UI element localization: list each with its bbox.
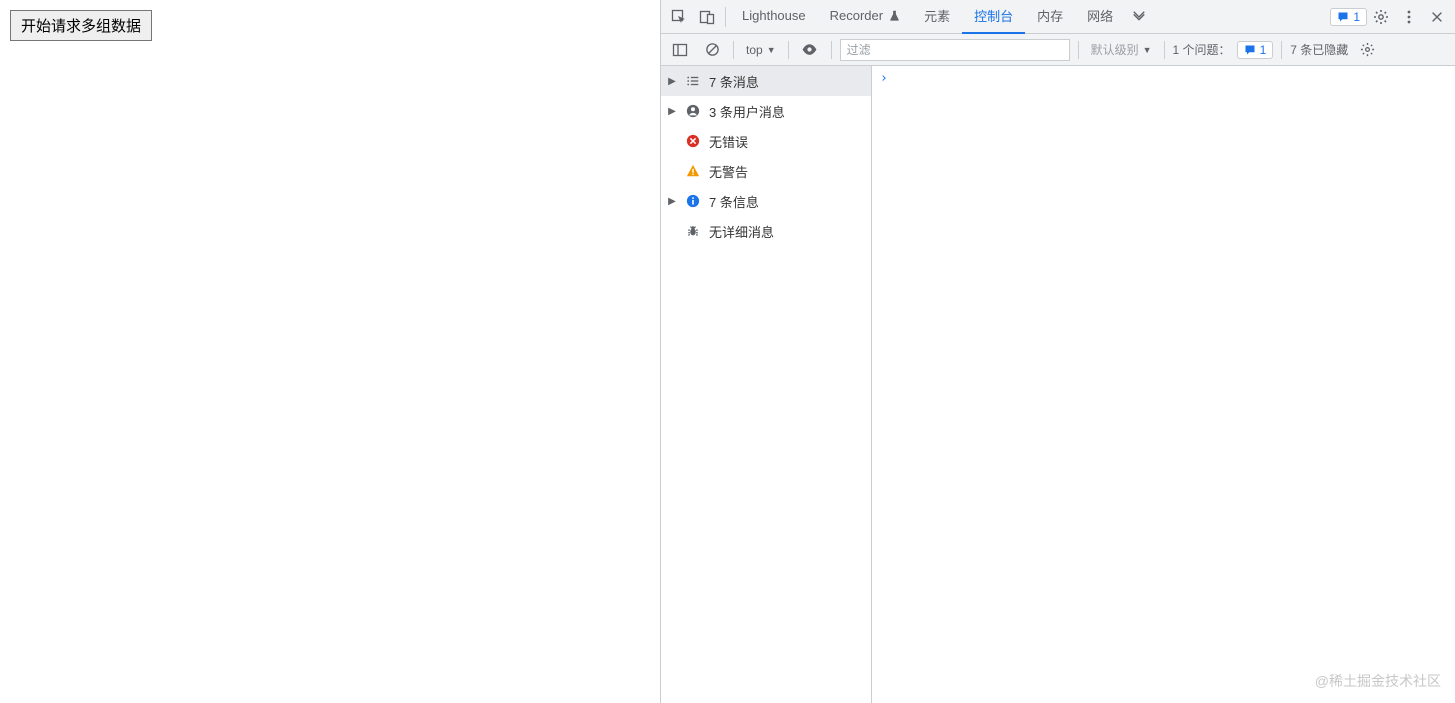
- issues-badge[interactable]: 1: [1330, 8, 1367, 26]
- clear-console-icon[interactable]: [699, 37, 725, 63]
- issues-count: 1: [1260, 43, 1267, 57]
- user-icon: [685, 103, 701, 119]
- sidebar-item-label: 7 条消息: [709, 72, 759, 91]
- filter-input[interactable]: [840, 39, 1070, 61]
- console-prompt-icon: ›: [880, 71, 888, 86]
- log-level-selector[interactable]: 默认级别 ▼: [1087, 41, 1156, 58]
- tab-network[interactable]: 网络: [1075, 0, 1125, 34]
- sidebar-item-label: 3 条用户消息: [709, 102, 785, 121]
- chat-icon: [1244, 44, 1256, 56]
- context-label: top: [746, 43, 763, 57]
- issues-summary[interactable]: 1 个问题： 1: [1173, 41, 1274, 59]
- tab-label: Lighthouse: [742, 8, 806, 23]
- separator: [1078, 41, 1079, 59]
- console-settings-icon[interactable]: [1354, 37, 1380, 63]
- tab-label: Recorder: [830, 8, 883, 23]
- tab-label: 内存: [1037, 6, 1063, 25]
- tab-recorder[interactable]: Recorder: [818, 0, 912, 34]
- devtools-panel: Lighthouse Recorder 元素 控制台 内存 网络 1: [660, 0, 1455, 703]
- expand-icon: ▶: [667, 106, 677, 117]
- warning-icon: [685, 163, 701, 179]
- console-main: ▶ 7 条消息 ▶ 3 条用户消息 ▶ 无错误: [661, 66, 1455, 703]
- start-request-button[interactable]: 开始请求多组数据: [10, 10, 152, 41]
- separator: [788, 41, 789, 59]
- tab-label: 网络: [1087, 6, 1113, 25]
- devtools-tabbar: Lighthouse Recorder 元素 控制台 内存 网络 1: [661, 0, 1455, 34]
- console-toolbar: top ▼ 默认级别 ▼ 1 个问题： 1 7 条已隐藏: [661, 34, 1455, 66]
- console-sidebar: ▶ 7 条消息 ▶ 3 条用户消息 ▶ 无错误: [661, 66, 872, 703]
- sidebar-item-errors[interactable]: ▶ 无错误: [661, 126, 871, 156]
- separator: [831, 41, 832, 59]
- chat-icon: [1337, 11, 1349, 23]
- tab-label: 元素: [924, 6, 950, 25]
- inspect-element-icon[interactable]: [665, 3, 693, 31]
- console-output[interactable]: ›: [872, 66, 1455, 703]
- separator: [725, 7, 726, 27]
- log-level-label: 默认级别: [1091, 41, 1139, 58]
- list-icon: [685, 73, 701, 89]
- sidebar-item-user-messages[interactable]: ▶ 3 条用户消息: [661, 96, 871, 126]
- sidebar-item-warnings[interactable]: ▶ 无警告: [661, 156, 871, 186]
- settings-icon[interactable]: [1367, 3, 1395, 31]
- expand-icon: ▶: [667, 196, 677, 207]
- sidebar-item-label: 无详细消息: [709, 222, 774, 241]
- sidebar-item-messages[interactable]: ▶ 7 条消息: [661, 66, 871, 96]
- tab-label: 控制台: [974, 6, 1013, 25]
- flask-icon: [889, 10, 900, 21]
- separator: [1164, 41, 1165, 59]
- context-selector[interactable]: top ▼: [742, 43, 780, 57]
- chevron-down-icon: ▼: [767, 45, 776, 55]
- tab-console[interactable]: 控制台: [962, 0, 1025, 34]
- info-icon: [685, 193, 701, 209]
- sidebar-item-label: 7 条信息: [709, 192, 759, 211]
- tab-elements[interactable]: 元素: [912, 0, 962, 34]
- issues-badge-count: 1: [1353, 10, 1360, 24]
- sidebar-item-label: 无警告: [709, 162, 748, 181]
- expand-icon: ▶: [667, 76, 677, 87]
- bug-icon: [685, 223, 701, 239]
- error-icon: [685, 133, 701, 149]
- sidebar-item-verbose[interactable]: ▶ 无详细消息: [661, 216, 871, 246]
- separator: [1281, 41, 1282, 59]
- more-tabs-icon[interactable]: [1125, 3, 1153, 31]
- device-toolbar-icon[interactable]: [693, 3, 721, 31]
- kebab-menu-icon[interactable]: [1395, 3, 1423, 31]
- page-content: 开始请求多组数据: [0, 0, 660, 703]
- issues-text: 1 个问题：: [1173, 41, 1231, 58]
- separator: [733, 41, 734, 59]
- sidebar-item-info[interactable]: ▶ 7 条信息: [661, 186, 871, 216]
- sidebar-item-label: 无错误: [709, 132, 748, 151]
- hidden-messages-label[interactable]: 7 条已隐藏: [1290, 41, 1348, 58]
- close-icon[interactable]: [1423, 3, 1451, 31]
- toggle-sidebar-icon[interactable]: [667, 37, 693, 63]
- tab-lighthouse[interactable]: Lighthouse: [730, 0, 818, 34]
- tab-memory[interactable]: 内存: [1025, 0, 1075, 34]
- live-expression-icon[interactable]: [797, 37, 823, 63]
- chevron-down-icon: ▼: [1143, 45, 1152, 55]
